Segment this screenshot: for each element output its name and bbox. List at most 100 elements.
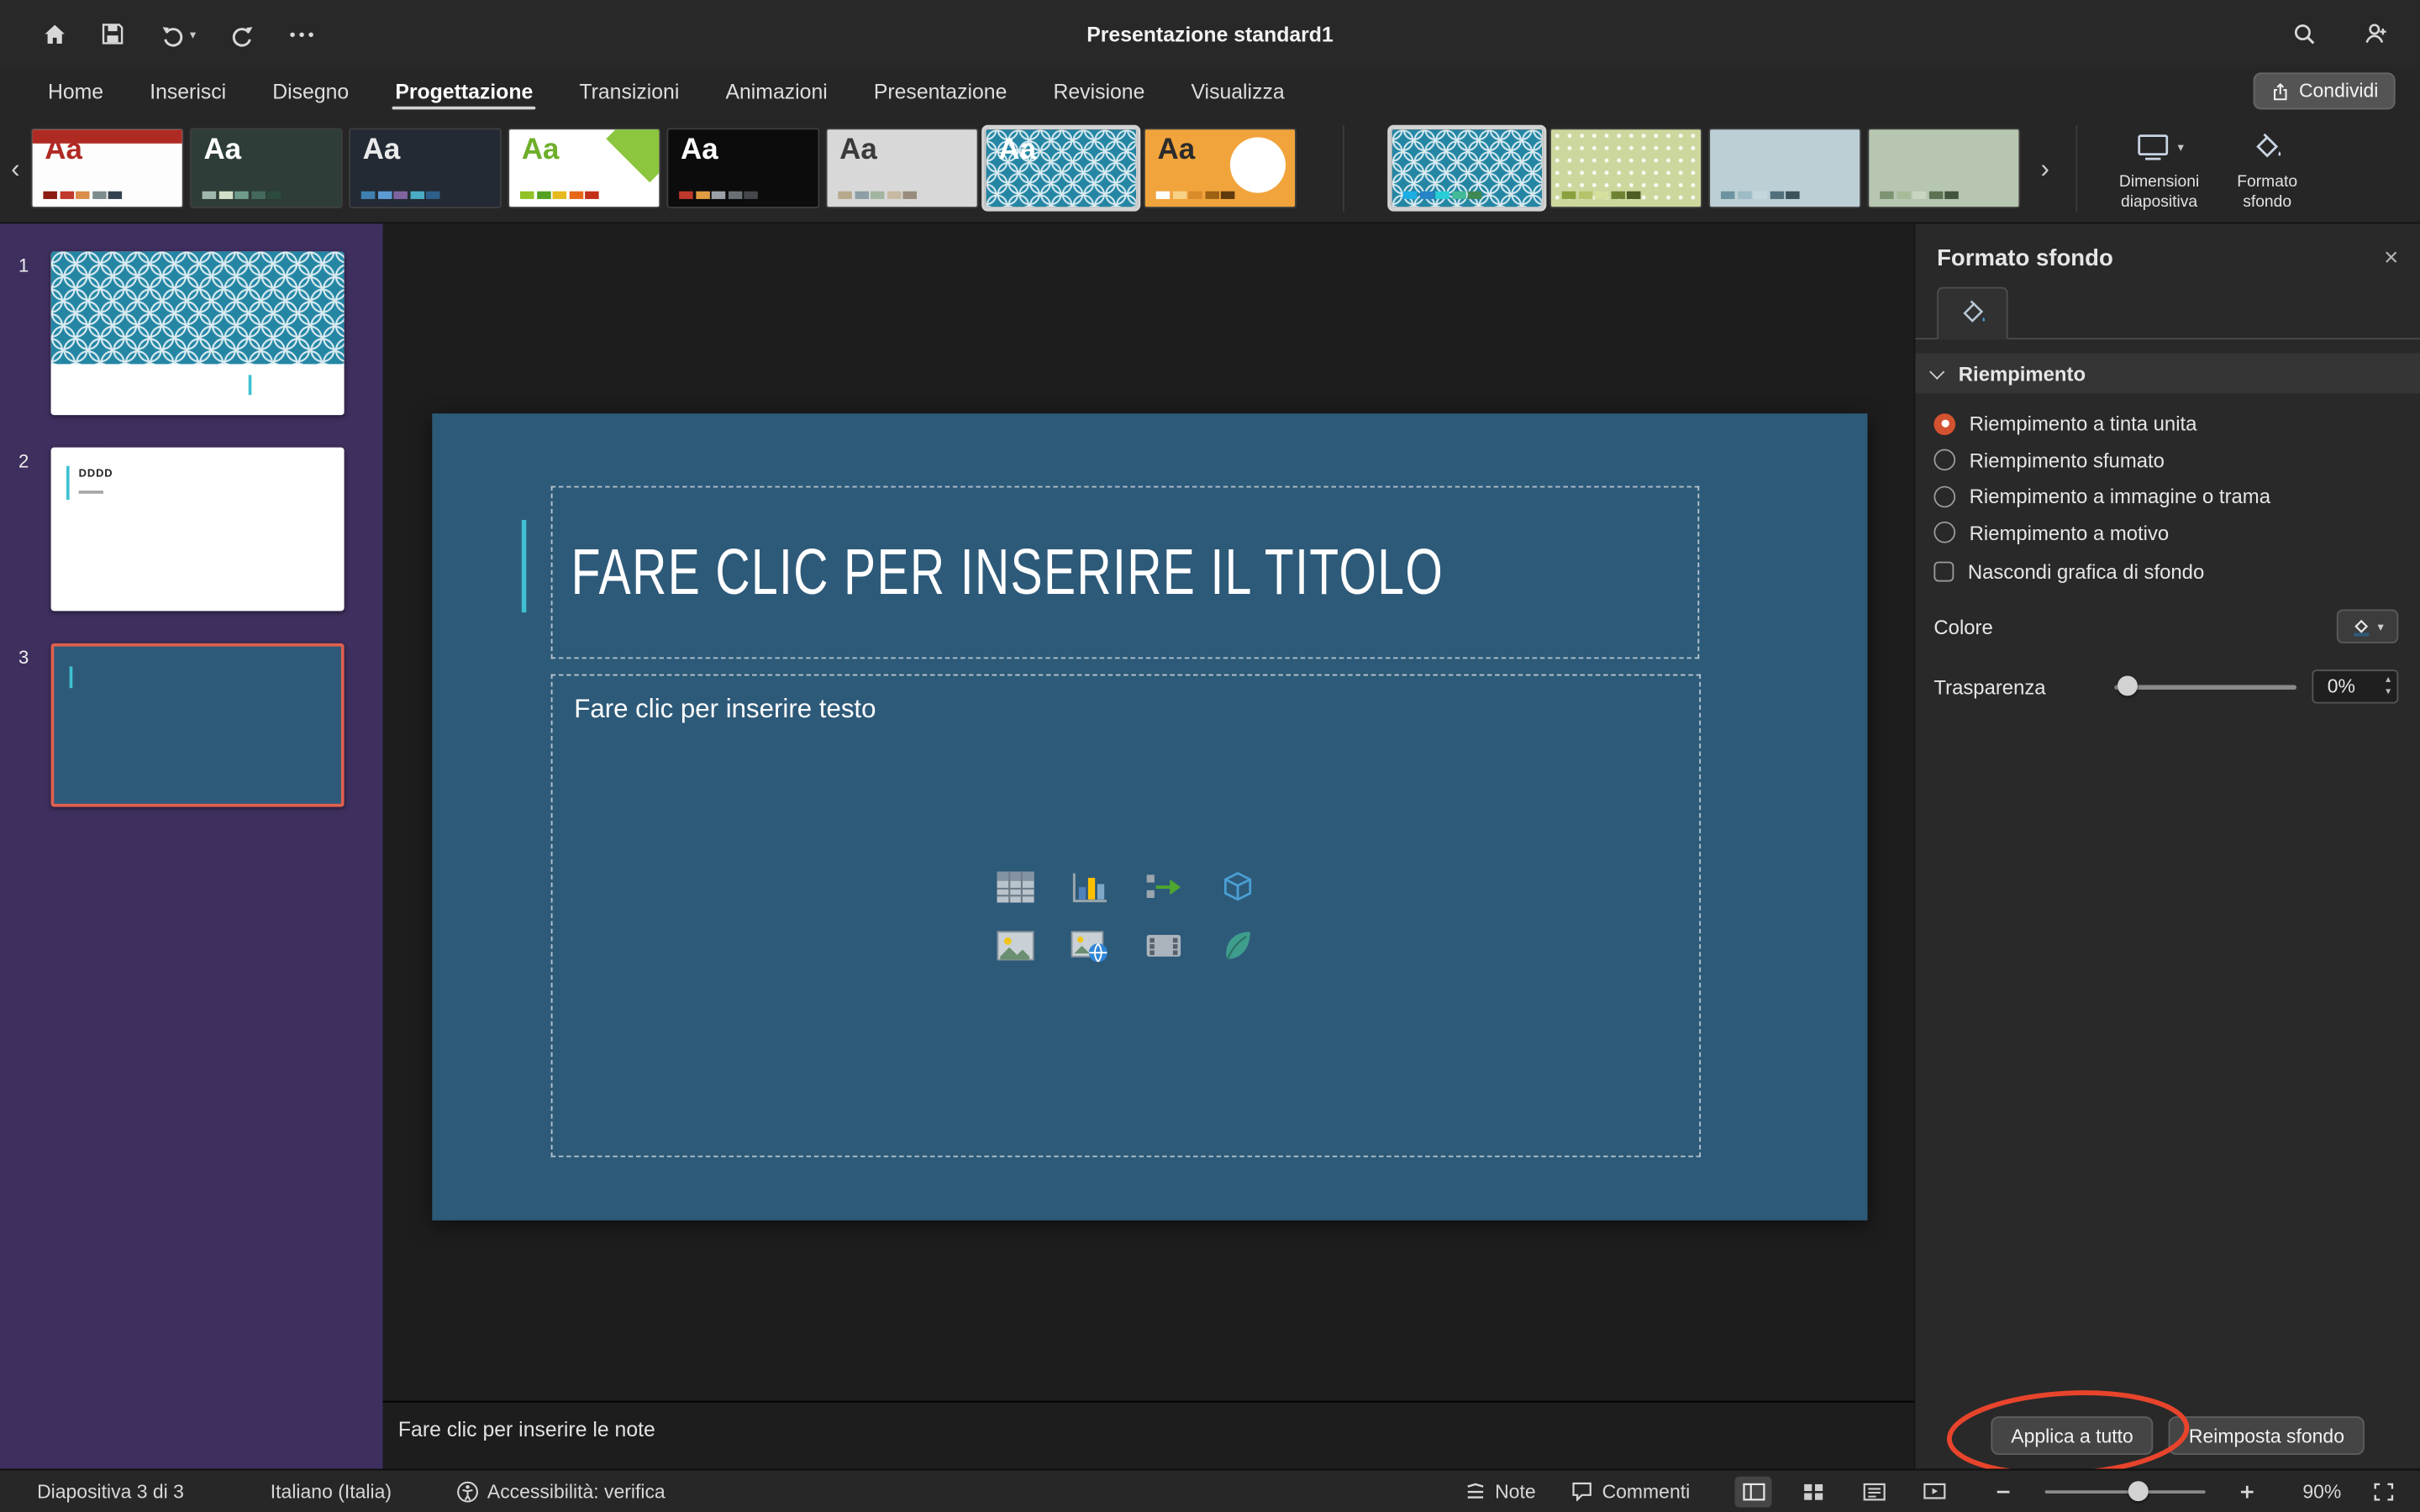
theme-thumbnail-2[interactable]: Aa (190, 128, 343, 208)
color-picker-button[interactable]: ▾ (2337, 610, 2398, 643)
pane-title: Formato sfondo (1937, 245, 2384, 271)
zoom-slider-thumb[interactable] (2128, 1480, 2149, 1500)
notes-pane[interactable]: Fare clic per inserire le note (383, 1401, 1914, 1469)
reading-view-button[interactable] (1855, 1476, 1892, 1507)
transparency-slider[interactable] (2114, 675, 2296, 697)
option-gradient-fill[interactable]: Riempimento sfumato (1933, 449, 2420, 472)
slideshow-view-button[interactable] (1915, 1476, 1952, 1507)
save-icon[interactable] (96, 18, 129, 50)
variant-thumbnail-4[interactable] (1867, 128, 2020, 208)
theme-thumbnail-integral-selected[interactable]: Aa (985, 128, 1138, 208)
tab-animazioni[interactable]: Animazioni (702, 68, 850, 114)
accent-line (522, 520, 527, 612)
fill-section-label: Riempimento (1959, 362, 2086, 386)
redo-icon[interactable] (225, 18, 259, 50)
theme-thumbnail-6[interactable]: Aa (826, 128, 979, 208)
comments-toggle-button[interactable]: Commenti (1571, 1480, 1690, 1502)
more-commands-icon[interactable] (284, 18, 318, 50)
theme-thumbnail-3[interactable]: Aa (349, 128, 502, 208)
text-cursor (70, 666, 73, 688)
theme-thumbnail-1[interactable]: Aa (31, 128, 184, 208)
gallery-scroll-right-icon[interactable]: › (2029, 155, 2060, 181)
normal-view-icon (1742, 1482, 1765, 1500)
gallery-scroll-left-icon[interactable]: ‹ (0, 155, 31, 181)
close-pane-icon[interactable]: × (2384, 246, 2398, 270)
format-background-button[interactable]: Formato sfondo (2217, 126, 2318, 211)
slide-editing-surface[interactable]: FARE CLIC PER INSERIRE IL TITOLO Fare cl… (432, 413, 1867, 1221)
tab-revisione[interactable]: Revisione (1030, 68, 1168, 114)
slide-1-thumbnail[interactable] (51, 251, 345, 415)
tab-inserisci[interactable]: Inserisci (127, 68, 250, 114)
stepper-icons[interactable]: ▴▾ (2386, 675, 2391, 699)
theme-list: Aa Aa Aa Aa Aa Aa (31, 128, 1297, 208)
slide-size-button[interactable]: ▾ Dimensioni diapositiva (2108, 126, 2210, 211)
option-pattern-fill[interactable]: Riempimento a motivo (1933, 521, 2420, 544)
accessibility-button[interactable]: Accessibilità: verifica (456, 1480, 666, 1502)
theme-thumbnail-8[interactable]: Aa (1144, 128, 1297, 208)
variant-thumbnail-2[interactable] (1549, 128, 1702, 208)
insert-chart-icon[interactable] (1067, 866, 1110, 906)
transparency-label: Trasparenza (1933, 675, 2114, 699)
slide-3-thumbnail-selected[interactable] (51, 643, 345, 807)
tab-transizioni[interactable]: Transizioni (556, 68, 702, 114)
accessibility-icon (456, 1480, 478, 1502)
ribbon-tab-bar: Home Inserisci Disegno Progettazione Tra… (0, 68, 2420, 114)
insert-3d-model-icon[interactable] (1215, 866, 1258, 906)
status-bar: Diapositiva 3 di 3 Italiano (Italia) Acc… (0, 1469, 2420, 1512)
notes-toggle-button[interactable]: Note (1464, 1480, 1535, 1502)
account-icon[interactable] (2359, 18, 2392, 50)
content-placeholder[interactable]: Fare clic per inserire testo (551, 675, 1701, 1158)
accent-line (66, 466, 69, 500)
reset-background-button[interactable]: Reimposta sfondo (2169, 1416, 2365, 1455)
normal-view-button[interactable] (1734, 1476, 1771, 1507)
tab-disegno[interactable]: Disegno (250, 68, 372, 114)
share-button[interactable]: Condividi (2253, 72, 2396, 109)
insert-online-pictures-icon[interactable] (1067, 925, 1110, 965)
insert-video-icon[interactable] (1141, 925, 1184, 965)
variant-thumbnail-3[interactable] (1708, 128, 1861, 208)
undo-dropdown-chevron[interactable]: ▾ (190, 27, 196, 41)
slide-sorter-view-button[interactable] (1795, 1476, 1832, 1507)
option-solid-fill[interactable]: Riempimento a tinta unita (1933, 412, 2420, 435)
theme-thumbnail-5[interactable]: Aa (666, 128, 819, 208)
circle-pattern (51, 251, 345, 364)
slide-thumbnail-panel: 1 2 (0, 223, 383, 1468)
insert-smartart-icon[interactable] (1141, 866, 1184, 906)
zoom-percentage[interactable]: 90% (2289, 1480, 2341, 1502)
fill-tab[interactable] (1937, 287, 2007, 339)
fill-section-header[interactable]: Riempimento (1915, 354, 2420, 394)
undo-icon[interactable]: ▾ (155, 18, 201, 50)
tab-presentazione[interactable]: Presentazione (850, 68, 1030, 114)
language-button[interactable]: Italiano (Italia) (271, 1480, 392, 1502)
pane-tab-strip (1915, 281, 2420, 339)
zoom-in-icon[interactable] (2228, 1476, 2265, 1507)
insert-picture-icon[interactable] (993, 925, 1036, 965)
option-picture-fill[interactable]: Riempimento a immagine o trama (1933, 485, 2420, 508)
title-placeholder[interactable]: FARE CLIC PER INSERIRE IL TITOLO (551, 486, 1700, 659)
radio (1933, 449, 1955, 470)
theme-thumbnail-4[interactable]: Aa (508, 128, 660, 208)
powerpoint-window: ▾ Presentazione standard1 Home Inserisci… (0, 0, 2420, 1512)
zoom-slider[interactable] (2045, 1480, 2206, 1502)
slide-2-thumbnail[interactable]: DDDD (51, 448, 345, 612)
zoom-out-icon[interactable] (1985, 1476, 2022, 1507)
search-icon[interactable] (2287, 18, 2321, 50)
home-icon[interactable] (37, 18, 71, 50)
paint-bucket-icon (1957, 299, 1988, 327)
slide-2-number: 2 (18, 450, 29, 472)
option-hide-background[interactable]: Nascondi grafica di sfondo (1933, 560, 2420, 584)
slide-2-title-text: DDDD (79, 469, 113, 480)
slider-thumb[interactable] (2118, 675, 2138, 696)
slide-2-body-text (79, 491, 103, 494)
slide-canvas: FARE CLIC PER INSERIRE IL TITOLO Fare cl… (383, 223, 1914, 1400)
tab-visualizza[interactable]: Visualizza (1168, 68, 1307, 114)
variant-thumbnail-1-selected[interactable] (1391, 128, 1544, 208)
insert-icons-icon[interactable] (1215, 925, 1258, 965)
content-insert-icons (988, 866, 1263, 965)
tab-progettazione[interactable]: Progettazione (372, 68, 556, 114)
apply-to-all-button[interactable]: Applica a tutto (1991, 1416, 2153, 1455)
fit-to-window-icon[interactable] (2365, 1476, 2402, 1507)
insert-table-icon[interactable] (993, 866, 1036, 906)
transparency-value-field[interactable]: 0% ▴▾ (2312, 669, 2398, 703)
tab-home[interactable]: Home (24, 68, 126, 114)
